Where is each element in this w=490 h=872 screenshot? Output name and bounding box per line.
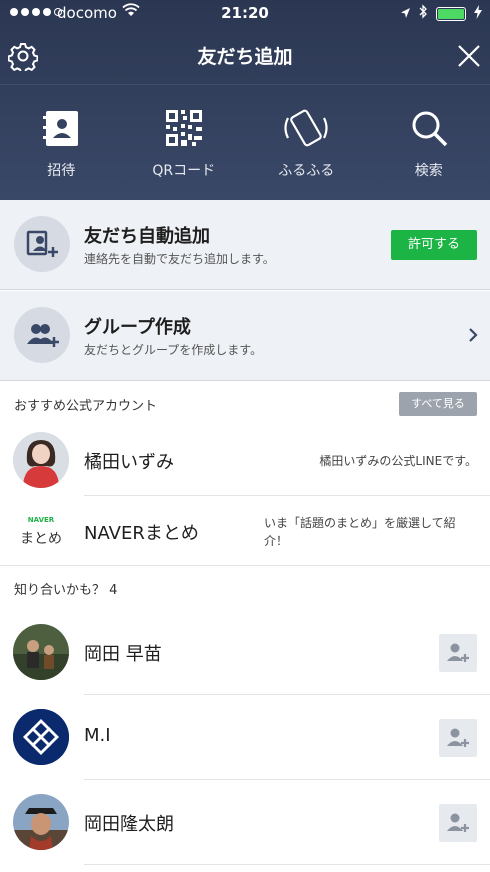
shake-phone-icon bbox=[284, 109, 328, 147]
avatar bbox=[13, 709, 69, 765]
account-name: NAVERまとめ bbox=[84, 523, 199, 544]
add-friend-icon bbox=[447, 643, 469, 662]
bluetooth-icon bbox=[419, 4, 428, 23]
search-button[interactable]: 検索 bbox=[368, 100, 490, 190]
auto-add-subtitle: 連絡先を自動で友だち追加します。 bbox=[84, 252, 275, 266]
auto-add-section: 友だち自動追加 連絡先を自動で友だち追加します。 許可する bbox=[0, 200, 490, 290]
suggested-friend-row[interactable]: M.I bbox=[0, 695, 490, 780]
add-friend-icon bbox=[447, 813, 469, 832]
suggestions-title: 知り合いかも？ 4 bbox=[14, 583, 118, 598]
group-subtitle: 友だちとグループを作成します。 bbox=[84, 343, 263, 357]
add-friend-icon bbox=[447, 728, 469, 747]
suggested-friend-row[interactable]: 岡田隆太朗 bbox=[0, 780, 490, 865]
add-friend-button[interactable] bbox=[439, 804, 477, 842]
avatar bbox=[13, 624, 69, 680]
allow-button[interactable]: 許可する bbox=[391, 230, 477, 260]
qr-code-button[interactable]: QRコード bbox=[123, 100, 246, 190]
avatar bbox=[13, 794, 69, 850]
status-bar: docomo 21:20 bbox=[0, 0, 490, 28]
search-label: 検索 bbox=[414, 163, 443, 179]
shake-button[interactable]: ふるふる bbox=[245, 100, 368, 190]
suggested-friend-row[interactable]: 岡田 早苗 bbox=[0, 610, 490, 695]
location-arrow-icon bbox=[400, 5, 411, 23]
naver-matome-logo: NAVER まとめ bbox=[13, 503, 69, 559]
avatar bbox=[13, 432, 69, 488]
friend-name: 岡田 早苗 bbox=[84, 644, 162, 665]
add-friend-button[interactable] bbox=[439, 634, 477, 672]
chevron-right-icon bbox=[468, 327, 478, 347]
invite-button[interactable]: 招待 bbox=[0, 100, 123, 190]
divider bbox=[0, 84, 490, 85]
group-icon bbox=[14, 307, 70, 363]
qr-code-label: QRコード bbox=[152, 163, 216, 179]
contact-book-icon bbox=[43, 111, 79, 146]
official-accounts-header: おすすめ公式アカウント すべて見る bbox=[0, 382, 490, 424]
see-all-button[interactable]: すべて見る bbox=[399, 392, 477, 416]
friend-name: M.I bbox=[84, 725, 111, 746]
group-title: グループ作成 bbox=[84, 317, 191, 338]
shake-label: ふるふる bbox=[278, 163, 335, 179]
friend-name: 岡田隆太朗 bbox=[84, 814, 174, 835]
official-accounts-title: おすすめ公式アカウント bbox=[14, 399, 158, 414]
charging-bolt-icon bbox=[474, 4, 482, 23]
account-name: 橘田いずみ bbox=[84, 452, 174, 473]
add-friend-button[interactable] bbox=[439, 719, 477, 757]
page-title: 友だち追加 bbox=[197, 46, 293, 68]
account-description: 橘田いずみの公式LINEです。 bbox=[319, 454, 477, 468]
search-icon bbox=[412, 111, 447, 147]
official-account-row[interactable]: 橘田いずみ 橘田いずみの公式LINEです。 bbox=[0, 424, 490, 496]
qr-code-icon bbox=[165, 110, 202, 146]
add-method-row: 招待 QRコード ふるふる 検索 bbox=[0, 100, 490, 190]
auto-add-title: 友だち自動追加 bbox=[84, 226, 210, 247]
close-icon[interactable] bbox=[454, 41, 484, 71]
account-description: いま「話題のまとめ」を厳選して紹介！ bbox=[264, 516, 456, 548]
official-account-row[interactable]: NAVER まとめ NAVERまとめ いま「話題のまとめ」を厳選して紹介！ bbox=[0, 496, 490, 566]
auto-add-icon bbox=[14, 216, 70, 272]
create-group-section[interactable]: グループ作成 友だちとグループを作成します。 bbox=[0, 291, 490, 381]
suggestions-header: 知り合いかも？ 4 bbox=[0, 566, 490, 608]
invite-label: 招待 bbox=[47, 163, 76, 179]
header: docomo 21:20 友だち追加 招待 QRコード ふるふる 検索 bbox=[0, 0, 490, 200]
battery-icon bbox=[436, 6, 466, 21]
